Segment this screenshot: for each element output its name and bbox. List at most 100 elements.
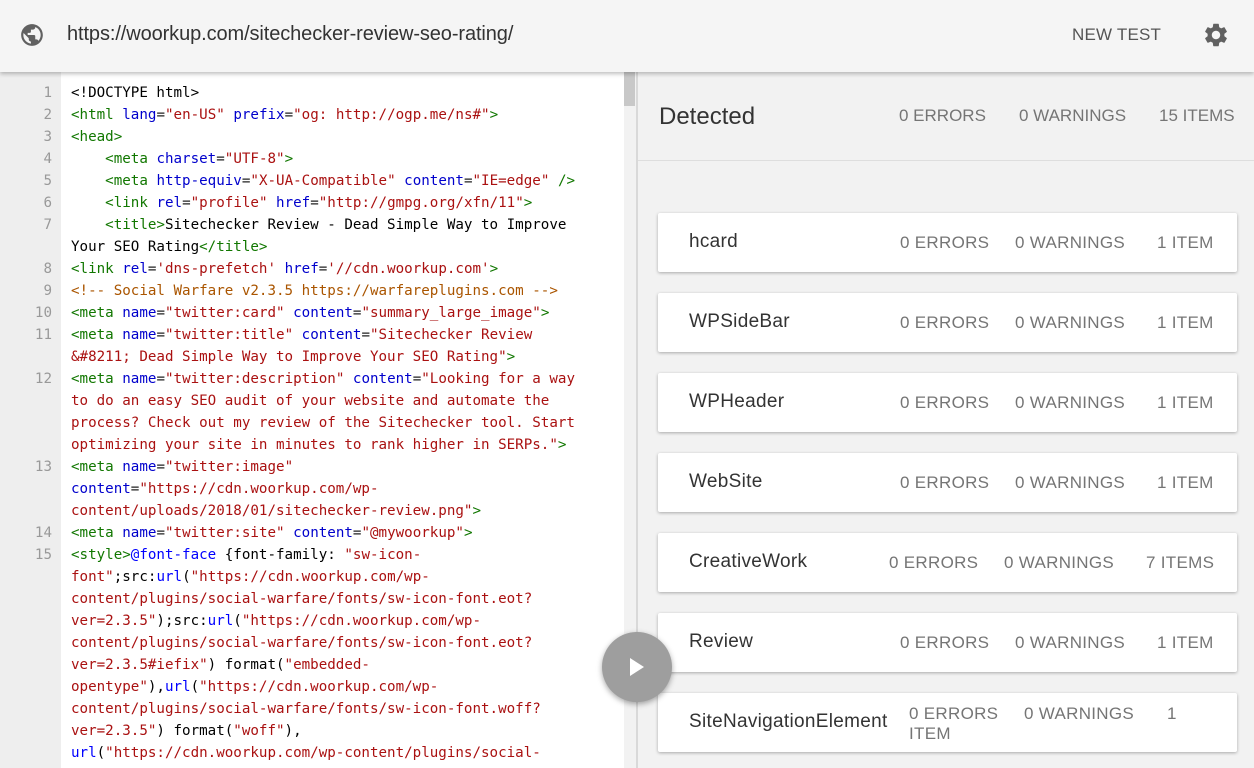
code-text: ver=2.3.5");src:url("https://cdn.woorkup… bbox=[71, 613, 482, 629]
code-line: 3 <head> bbox=[0, 126, 624, 148]
code-line: 13 <meta name="twitter:image" bbox=[0, 456, 624, 478]
result-card-hcard[interactable]: hcard 0 ERRORS 0 WARNINGS 1 ITEM bbox=[658, 213, 1237, 272]
code-line: &#8211; Dead Simple Way to Improve Your … bbox=[0, 346, 624, 368]
line-number: 13 bbox=[34, 459, 52, 475]
card-items: 1 ITEM bbox=[1157, 473, 1214, 492]
line-number: 8 bbox=[43, 261, 52, 277]
new-test-button[interactable]: NEW TEST bbox=[1072, 25, 1161, 45]
result-card-review[interactable]: Review 0 ERRORS 0 WARNINGS 1 ITEM bbox=[658, 613, 1237, 672]
result-card-website[interactable]: WebSite 0 ERRORS 0 WARNINGS 1 ITEM bbox=[658, 453, 1237, 512]
code-line: 5 <meta http-equiv="X-UA-Compatible" con… bbox=[0, 170, 624, 192]
line-number bbox=[0, 654, 61, 676]
total-warnings[interactable]: 0 WARNINGS bbox=[1019, 106, 1126, 126]
card-name: CreativeWork bbox=[689, 551, 808, 572]
code-line: url("https://cdn.woorkup.com/wp-content/… bbox=[0, 742, 624, 764]
code-line: 2 <html lang="en-US" prefix="og: http://o… bbox=[0, 104, 624, 126]
code-editor[interactable]: 1 <!DOCTYPE html> 2 <html lang="en-US" pref… bbox=[0, 72, 636, 768]
play-icon bbox=[630, 658, 644, 676]
code-text: optimizing your site in minutes to rank … bbox=[71, 437, 567, 453]
line-number: 7 bbox=[43, 217, 52, 233]
code-line: content="https://cdn.woorkup.com/wp- bbox=[0, 478, 624, 500]
line-number bbox=[0, 478, 61, 500]
code-scrollbar-thumb[interactable] bbox=[624, 72, 635, 106]
code-line: 12 <meta name="twitter:description" conte… bbox=[0, 368, 624, 390]
code-line: ver=2.3.5#iefix") format("embedded- bbox=[0, 654, 624, 676]
code-line: 14 <meta name="twitter:site" content="@my… bbox=[0, 522, 624, 544]
run-test-button[interactable] bbox=[602, 632, 672, 702]
line-number: 12 bbox=[34, 371, 52, 387]
globe-icon bbox=[21, 24, 43, 46]
code-line: ver=2.3.5");src:url("https://cdn.woorkup… bbox=[0, 610, 624, 632]
total-items[interactable]: 15 ITEMS bbox=[1159, 106, 1235, 126]
card-items: 1 ITEM bbox=[1157, 633, 1214, 652]
code-text: <style>@font-face {font-family: "sw-icon… bbox=[71, 547, 422, 563]
code-text: <title>Sitechecker Review - Dead Simple … bbox=[105, 217, 567, 233]
card-name: SiteNavigationElement bbox=[689, 711, 888, 732]
card-errors: 0 ERRORS bbox=[900, 393, 990, 412]
card-warnings: 0 WARNINGS bbox=[1015, 393, 1126, 412]
code-text: content/plugins/social-warfare/fonts/sw-… bbox=[71, 591, 533, 607]
line-number bbox=[0, 742, 61, 764]
card-name: WebSite bbox=[689, 471, 763, 492]
code-text: <meta name="twitter:image" bbox=[71, 459, 294, 475]
code-line: 7 <title>Sitechecker Review - Dead Simpl… bbox=[0, 214, 624, 236]
code-text: ver=2.3.5#iefix") format("embedded- bbox=[71, 657, 370, 673]
card-errors: 0 ERRORS bbox=[900, 473, 990, 492]
total-errors[interactable]: 0 ERRORS bbox=[899, 106, 986, 126]
result-card-wpheader[interactable]: WPHeader 0 ERRORS 0 WARNINGS 1 ITEM bbox=[658, 373, 1237, 432]
code-line: content/plugins/social-warfare/fonts/sw-… bbox=[0, 698, 624, 720]
card-items-count: 1 bbox=[1167, 704, 1177, 723]
code-text: <!-- Social Warfare v2.3.5 https://warfa… bbox=[71, 283, 558, 299]
code-line: 11 <meta name="twitter:title" content="Si… bbox=[0, 324, 624, 346]
line-number bbox=[0, 566, 61, 588]
line-number bbox=[0, 698, 61, 720]
line-number bbox=[0, 236, 61, 258]
card-items: 1 ITEM bbox=[1157, 393, 1214, 412]
code-text: <link rel='dns-prefetch' href='//cdn.woo… bbox=[71, 261, 499, 277]
result-card-wpsidebar[interactable]: WPSideBar 0 ERRORS 0 WARNINGS 1 ITEM bbox=[658, 293, 1237, 352]
result-card-sitenavigationelement[interactable]: SiteNavigationElement 0 ERRORS 0 WARNING… bbox=[658, 693, 1237, 752]
result-card-creativework[interactable]: CreativeWork 0 ERRORS 0 WARNINGS 7 ITEMS bbox=[658, 533, 1237, 592]
line-number bbox=[0, 588, 61, 610]
code-line: opentype"),url("https://cdn.woorkup.com/… bbox=[0, 676, 624, 698]
code-line: content/plugins/social-warfare/fonts/sw-… bbox=[0, 588, 624, 610]
line-number: 2 bbox=[43, 107, 52, 123]
code-text: <meta name="twitter:site" content="@mywo… bbox=[71, 525, 473, 541]
card-warnings: 0 WARNINGS bbox=[1024, 704, 1135, 723]
gear-icon[interactable] bbox=[1202, 21, 1230, 49]
line-number: 1 bbox=[43, 85, 52, 101]
code-text: &#8211; Dead Simple Way to Improve Your … bbox=[71, 349, 516, 365]
card-errors: 0 ERRORS bbox=[889, 553, 979, 572]
code-text: <meta name="twitter:description" content… bbox=[71, 371, 575, 387]
code-line: 1 <!DOCTYPE html> bbox=[0, 82, 624, 104]
line-number: 3 bbox=[43, 129, 52, 145]
results-panel: Detected 0 ERRORS 0 WARNINGS 15 ITEMS hc… bbox=[638, 72, 1254, 768]
url-field[interactable]: https://woorkup.com/sitechecker-review-s… bbox=[67, 23, 513, 46]
code-text: <html lang="en-US" prefix="og: http://og… bbox=[71, 107, 499, 123]
code-line: Your SEO Rating</title> bbox=[0, 236, 624, 258]
code-lines: 1 <!DOCTYPE html> 2 <html lang="en-US" pref… bbox=[0, 82, 624, 764]
code-line: ver=2.3.5") format("woff"), bbox=[0, 720, 624, 742]
code-line: optimizing your site in minutes to rank … bbox=[0, 434, 624, 456]
code-text: <meta http-equiv="X-UA-Compatible" conte… bbox=[105, 173, 576, 189]
code-text: content/plugins/social-warfare/fonts/sw-… bbox=[71, 635, 533, 651]
code-line: process? Check out my review of the Site… bbox=[0, 412, 624, 434]
code-line: 10 <meta name="twitter:card" content="sum… bbox=[0, 302, 624, 324]
code-text: <!DOCTYPE html> bbox=[71, 85, 200, 101]
code-text: content/uploads/2018/01/sitechecker-revi… bbox=[71, 503, 482, 519]
code-text: opentype"),url("https://cdn.woorkup.com/… bbox=[71, 679, 439, 695]
code-line: 4 <meta charset="UTF-8"> bbox=[0, 148, 624, 170]
code-line: 15 <style>@font-face {font-family: "sw-ic… bbox=[0, 544, 624, 566]
line-number: 9 bbox=[43, 283, 52, 299]
code-text: ver=2.3.5") format("woff"), bbox=[71, 723, 302, 739]
line-number bbox=[0, 632, 61, 654]
code-line: 9 <!-- Social Warfare v2.3.5 https://warf… bbox=[0, 280, 624, 302]
card-name: hcard bbox=[689, 231, 739, 252]
card-items: 1 ITEM bbox=[1157, 313, 1214, 332]
line-number: 5 bbox=[43, 173, 52, 189]
card-errors: 0 ERRORS bbox=[900, 233, 990, 252]
card-warnings: 0 WARNINGS bbox=[1015, 233, 1126, 252]
line-number bbox=[0, 500, 61, 522]
results-title: Detected bbox=[659, 103, 756, 130]
code-text: <link rel="profile" href="http://gmpg.or… bbox=[105, 195, 533, 211]
